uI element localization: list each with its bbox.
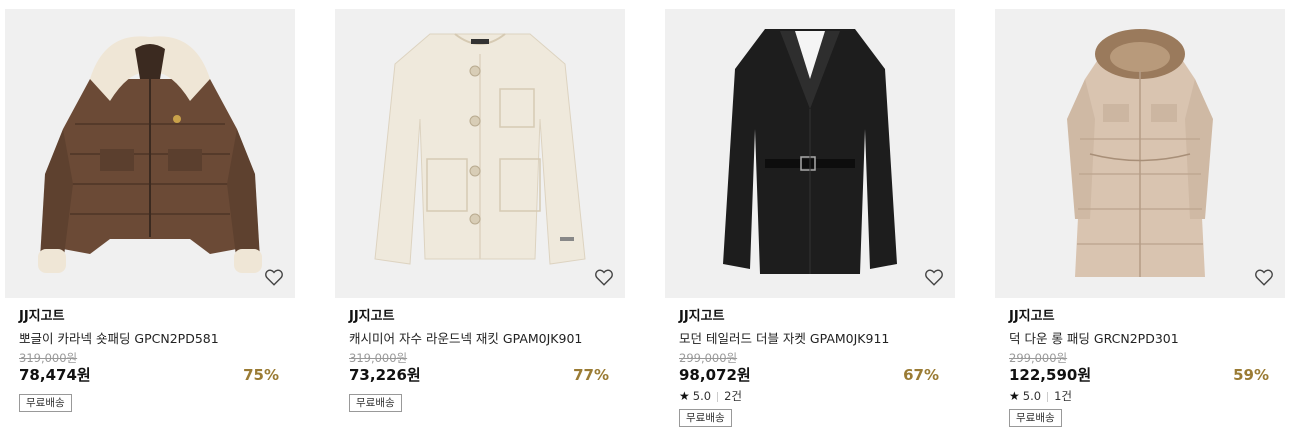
price-row: 73,226원 77%: [349, 365, 625, 385]
discount-rate: 67%: [903, 366, 939, 384]
product-card[interactable]: JJ지고트 캐시미어 자수 라운드넥 재킷 GPAM0JK901 319,000…: [335, 9, 625, 412]
product-name[interactable]: 캐시미어 자수 라운드넥 재킷 GPAM0JK901: [349, 331, 625, 347]
rating-score: 5.0: [692, 389, 712, 403]
product-image[interactable]: [995, 9, 1285, 298]
free-shipping-badge: 무료배송: [1009, 409, 1062, 427]
price-row: 98,072원 67%: [679, 365, 955, 385]
review-count: 2건: [724, 389, 742, 403]
product-name[interactable]: 모던 테일러드 더블 자켓 GPAM0JK911: [679, 331, 955, 347]
divider: [1047, 391, 1049, 402]
product-image[interactable]: [665, 9, 955, 298]
product-image[interactable]: [335, 9, 625, 298]
rating-score: 5.0: [1022, 389, 1042, 403]
rating-row: ★ 5.0 1건: [1009, 388, 1285, 405]
star-icon: ★: [1009, 389, 1020, 403]
product-brand[interactable]: JJ지고트: [349, 309, 625, 325]
original-price: 319,000원: [19, 351, 78, 365]
sale-price: 98,072원: [679, 366, 751, 384]
product-brand[interactable]: JJ지고트: [1009, 309, 1285, 325]
original-price: 299,000원: [679, 351, 738, 365]
sale-price: 122,590원: [1009, 366, 1092, 384]
rating-row: ★ 5.0 2건: [679, 388, 955, 405]
sale-price: 78,474원: [19, 366, 91, 384]
product-name[interactable]: 뽀글이 카라넥 숏패딩 GPCN2PD581: [19, 331, 295, 347]
heart-outline-icon[interactable]: [923, 266, 945, 288]
star-icon: ★: [679, 389, 690, 403]
product-name[interactable]: 덕 다운 롱 패딩 GRCN2PD301: [1009, 331, 1285, 347]
price-row: 78,474원 75%: [19, 365, 295, 385]
heart-outline-icon[interactable]: [263, 266, 285, 288]
discount-rate: 59%: [1233, 366, 1269, 384]
heart-outline-icon[interactable]: [593, 266, 615, 288]
divider: [717, 391, 719, 402]
product-brand[interactable]: JJ지고트: [19, 309, 295, 325]
product-card[interactable]: JJ지고트 모던 테일러드 더블 자켓 GPAM0JK911 299,000원 …: [665, 9, 955, 427]
product-grid: JJ지고트 뽀글이 카라넥 숏패딩 GPCN2PD581 319,000원 78…: [0, 0, 1299, 445]
puffer-jacket-image: [38, 36, 262, 273]
price-row: 122,590원 59%: [1009, 365, 1285, 385]
free-shipping-badge: 무료배송: [349, 394, 402, 412]
heart-outline-icon[interactable]: [1253, 266, 1275, 288]
cream-jacket-image: [374, 33, 586, 265]
free-shipping-badge: 무료배송: [679, 409, 732, 427]
sale-price: 73,226원: [349, 366, 421, 384]
product-card[interactable]: JJ지고트 뽀글이 카라넥 숏패딩 GPCN2PD581 319,000원 78…: [5, 9, 295, 412]
original-price: 319,000원: [349, 351, 408, 365]
discount-rate: 75%: [243, 366, 279, 384]
free-shipping-badge: 무료배송: [19, 394, 72, 412]
product-card[interactable]: JJ지고트 덕 다운 롱 패딩 GRCN2PD301 299,000원 122,…: [995, 9, 1285, 427]
original-price: 299,000원: [1009, 351, 1068, 365]
product-brand[interactable]: JJ지고트: [679, 309, 955, 325]
review-count: 1건: [1054, 389, 1072, 403]
product-image[interactable]: [5, 9, 295, 298]
discount-rate: 77%: [573, 366, 609, 384]
long-padding-image: [1067, 29, 1213, 277]
black-blazer-image: [723, 29, 897, 274]
